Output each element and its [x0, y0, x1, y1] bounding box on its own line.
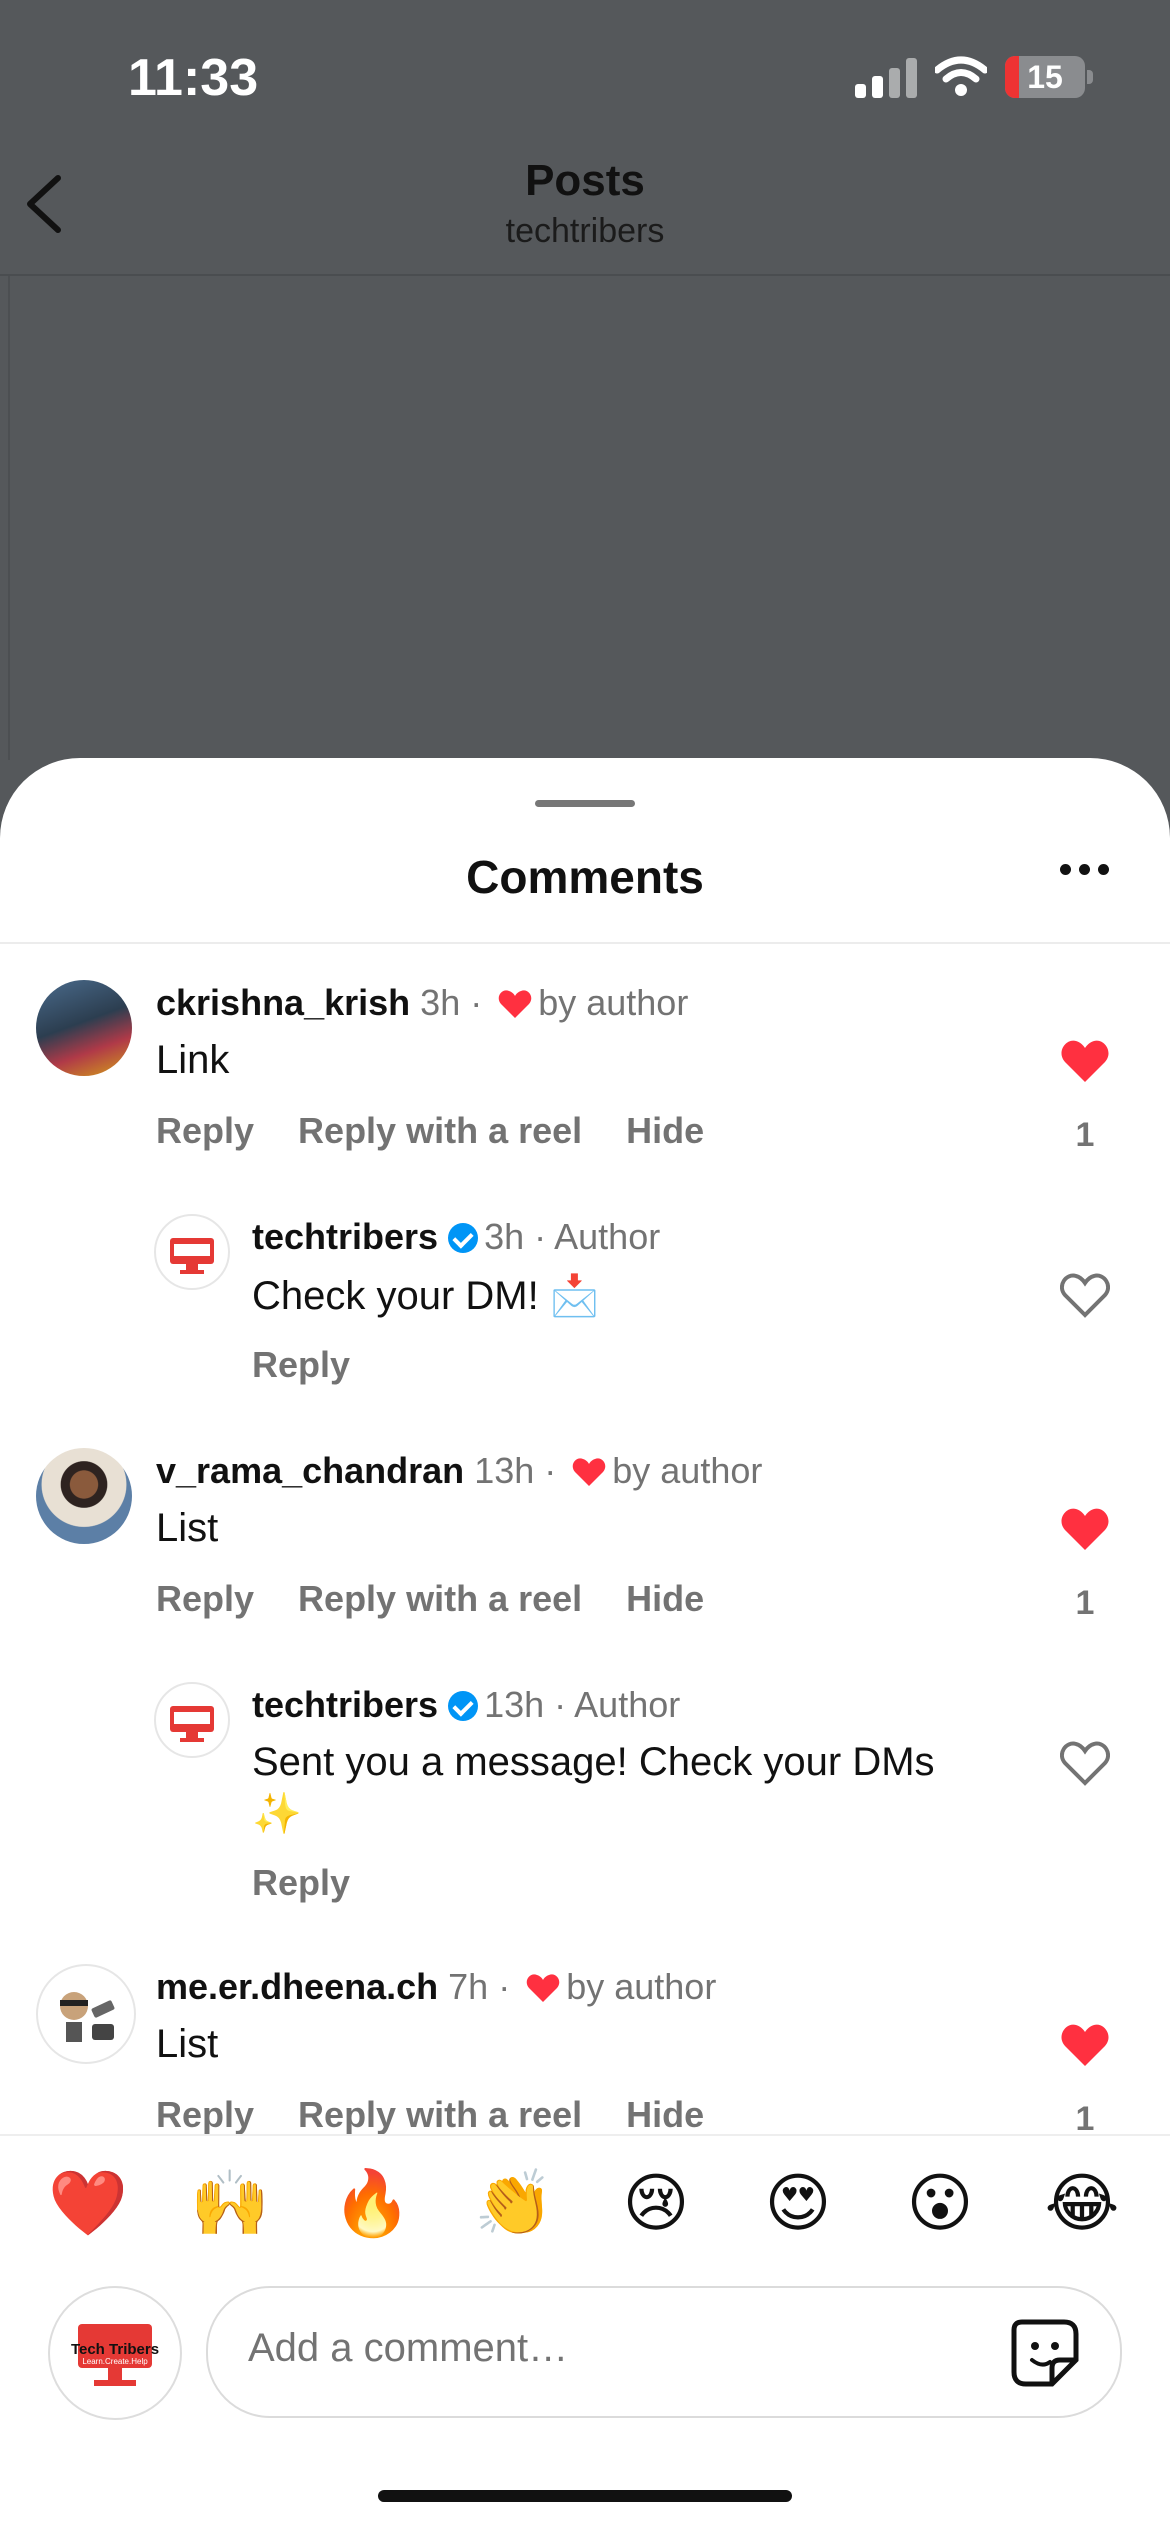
comment-text: List	[156, 1506, 219, 1550]
comment-time: 3h	[420, 982, 461, 1023]
status-bar: 11:33 15	[0, 0, 1170, 150]
emoji-reaction-bar: ❤️ 🙌 🔥 👏 😢 😍 😮 😂	[0, 2134, 1170, 2270]
comment-meta: ckrishna_krish 3h · by author	[156, 982, 689, 1023]
comment-time: 7h	[448, 1966, 489, 2007]
comment-actions: Reply Reply with a reel Hide	[156, 2094, 748, 2136]
reply-button[interactable]: Reply	[156, 1110, 254, 1151]
page-title: Posts	[525, 156, 645, 205]
avatar[interactable]	[154, 1682, 230, 1758]
battery-level: 15	[1027, 59, 1063, 95]
wifi-icon	[935, 56, 987, 96]
reply-with-reel-button[interactable]: Reply with a reel	[298, 1578, 582, 1619]
avatar[interactable]	[36, 1964, 136, 2064]
home-indicator[interactable]	[378, 2490, 792, 2502]
avatar[interactable]	[36, 1448, 132, 1544]
comment-input[interactable]: Add a comment…	[206, 2286, 1122, 2418]
heart-icon	[498, 990, 532, 1018]
liked-by-author: by author	[566, 1966, 717, 2007]
comment-username[interactable]: v_rama_chandran	[156, 1450, 464, 1491]
emoji-heart[interactable]: ❤️	[48, 2164, 128, 2244]
comment-text-continued: ✨	[252, 1792, 302, 1836]
more-options-icon[interactable]	[1060, 864, 1110, 880]
comment-time: 13h	[484, 1684, 545, 1725]
sticker-icon[interactable]	[1008, 2316, 1082, 2390]
backdrop-edge	[8, 276, 10, 760]
like-icon[interactable]	[1060, 1038, 1110, 1084]
emoji-fire[interactable]: 🔥	[332, 2164, 412, 2244]
sheet-divider	[0, 942, 1170, 944]
like-icon[interactable]	[1060, 1506, 1110, 1552]
page-subtitle: techtribers	[505, 212, 665, 250]
comment-text: Sent you a message! Check your DMs	[252, 1740, 935, 1784]
avatar[interactable]	[36, 980, 132, 1076]
emoji-laughing[interactable]: 😂	[1042, 2164, 1122, 2244]
comment-text: Link	[156, 1038, 230, 1082]
author-tag: Author	[554, 1216, 661, 1257]
comment-time: 3h	[484, 1216, 525, 1257]
like-icon[interactable]	[1060, 1272, 1110, 1318]
heart-icon	[526, 1974, 560, 2002]
emoji-heart-eyes[interactable]: 😍	[758, 2164, 838, 2244]
like-count: 1	[1075, 1116, 1095, 1154]
author-tag: Author	[574, 1684, 681, 1725]
sheet-title: Comments	[466, 851, 704, 903]
comment-actions: Reply Reply with a reel Hide	[156, 1578, 748, 1620]
comment-meta: me.er.dheena.ch 7h · by author	[156, 1966, 717, 2007]
heart-icon	[572, 1458, 606, 1486]
comment-actions: Reply Reply with a reel Hide	[156, 1110, 748, 1152]
header-divider	[0, 274, 1170, 276]
emoji-crying[interactable]: 😢	[616, 2164, 696, 2244]
avatar-brand: Tech Tribers	[71, 2341, 159, 2358]
comment-username[interactable]: ckrishna_krish	[156, 982, 410, 1023]
my-avatar[interactable]: Tech Tribers Learn.Create.Help	[48, 2286, 182, 2420]
sheet-grabber[interactable]	[535, 800, 635, 807]
verified-badge-icon	[448, 1223, 479, 1253]
comment-text: List	[156, 2022, 219, 2066]
comment-username[interactable]: techtribers	[252, 1216, 438, 1257]
comment-username[interactable]: me.er.dheena.ch	[156, 1966, 438, 2007]
emoji-surprised[interactable]: 😮	[900, 2164, 980, 2244]
like-icon[interactable]	[1060, 2022, 1110, 2068]
liked-by-author: by author	[538, 982, 689, 1023]
reply-with-reel-button[interactable]: Reply with a reel	[298, 2094, 582, 2135]
reply-with-reel-button[interactable]: Reply with a reel	[298, 1110, 582, 1151]
hide-button[interactable]: Hide	[626, 2094, 704, 2135]
avatar[interactable]	[154, 1214, 230, 1290]
like-count: 1	[1075, 1584, 1095, 1622]
hide-button[interactable]: Hide	[626, 1110, 704, 1151]
comment-username[interactable]: techtribers	[252, 1684, 438, 1725]
comment-actions: Reply	[252, 1344, 394, 1386]
comment-meta: techtribers 3h · Author	[252, 1216, 661, 1257]
battery-icon: 15	[1005, 56, 1093, 98]
reply-button[interactable]: Reply	[252, 1344, 350, 1385]
emoji-clap[interactable]: 👏	[474, 2164, 554, 2244]
comment-meta: techtribers 13h · Author	[252, 1684, 681, 1725]
reply-button[interactable]: Reply	[156, 1578, 254, 1619]
verified-badge-icon	[448, 1691, 479, 1721]
comment-meta: v_rama_chandran 13h · by author	[156, 1450, 763, 1491]
reply-button[interactable]: Reply	[156, 2094, 254, 2135]
avatar-tagline: Learn.Create.Help	[82, 2357, 148, 2366]
like-icon[interactable]	[1060, 1740, 1110, 1786]
signal-icon	[855, 58, 917, 98]
comment-time: 13h	[474, 1450, 535, 1491]
emoji-raised-hands[interactable]: 🙌	[190, 2164, 270, 2244]
comment-input-placeholder: Add a comment…	[248, 2326, 569, 2370]
reply-button[interactable]: Reply	[252, 1862, 350, 1903]
comment-actions: Reply	[252, 1862, 394, 1904]
comment-text: Check your DM! 📩	[252, 1274, 600, 1318]
liked-by-author: by author	[612, 1450, 763, 1491]
hide-button[interactable]: Hide	[626, 1578, 704, 1619]
status-time: 11:33	[128, 49, 259, 107]
